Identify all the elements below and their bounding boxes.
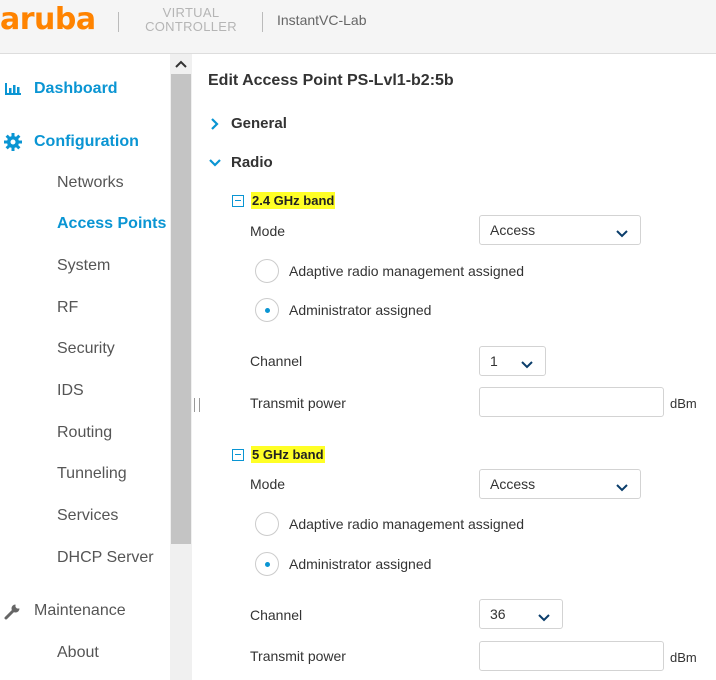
sidebar: Dashboard Configuration Networks Access … bbox=[0, 54, 170, 680]
section-label: Radio bbox=[231, 154, 273, 171]
sidebar-item-system[interactable]: System bbox=[57, 257, 110, 275]
sidebar-item-dhcp-server[interactable]: DHCP Server bbox=[57, 549, 154, 567]
radio-adaptive-24ghz[interactable]: Adaptive radio management assigned bbox=[255, 259, 524, 283]
product-name-line2: CONTROLLER bbox=[145, 19, 237, 34]
chevron-down-icon bbox=[208, 156, 222, 170]
channel-value: 36 bbox=[490, 606, 506, 622]
chevron-up-icon bbox=[175, 60, 187, 68]
radio-label: Adaptive radio management assigned bbox=[289, 516, 525, 532]
chevron-down-icon bbox=[616, 479, 628, 495]
band-24ghz-toggle[interactable]: 2.4 GHz band bbox=[232, 192, 336, 209]
transmit-power-label: Transmit power bbox=[250, 648, 346, 664]
channel-select-24ghz[interactable]: 1 bbox=[479, 346, 546, 376]
chevron-down-icon bbox=[521, 356, 533, 372]
header-divider bbox=[118, 12, 119, 32]
scroll-thumb[interactable] bbox=[171, 74, 191, 544]
sidebar-item-tunneling[interactable]: Tunneling bbox=[57, 465, 127, 483]
sidebar-item-networks[interactable]: Networks bbox=[57, 174, 124, 192]
mode-select-24ghz[interactable]: Access bbox=[479, 215, 641, 245]
collapse-icon bbox=[232, 448, 244, 461]
transmit-power-label: Transmit power bbox=[250, 395, 346, 411]
radio-adaptive-5ghz[interactable]: Adaptive radio management assigned bbox=[255, 512, 524, 536]
sidebar-item-services[interactable]: Services bbox=[57, 507, 118, 525]
sidebar-scrollbar[interactable] bbox=[170, 54, 192, 680]
section-radio[interactable]: Radio bbox=[208, 154, 273, 171]
section-label: General bbox=[231, 115, 287, 132]
bar-chart-icon bbox=[0, 79, 26, 99]
radio-admin-5ghz[interactable]: Administrator assigned bbox=[255, 552, 431, 576]
band-label: 2.4 GHz band bbox=[251, 192, 336, 209]
sidebar-item-dashboard[interactable]: Dashboard bbox=[0, 79, 118, 99]
chevron-down-icon bbox=[616, 225, 628, 241]
sidebar-item-ids[interactable]: IDS bbox=[57, 382, 84, 400]
collapse-icon bbox=[232, 194, 244, 207]
transmit-power-input-5ghz[interactable] bbox=[479, 641, 664, 671]
unit-label: dBm bbox=[670, 650, 697, 665]
main-content: Edit Access Point PS-Lvl1-b2:5b General … bbox=[192, 54, 716, 680]
sidebar-item-maintenance[interactable]: Maintenance bbox=[0, 601, 126, 621]
aruba-logo: aruba bbox=[0, 2, 96, 37]
radio-button[interactable] bbox=[255, 512, 279, 536]
radio-button[interactable] bbox=[255, 259, 279, 283]
sidebar-item-routing[interactable]: Routing bbox=[57, 424, 112, 442]
sidebar-item-label: Dashboard bbox=[34, 80, 118, 97]
top-header: aruba VIRTUAL CONTROLLER InstantVC-Lab bbox=[0, 0, 716, 54]
sidebar-item-label: Configuration bbox=[34, 133, 139, 150]
sidebar-item-configuration[interactable]: Configuration bbox=[0, 132, 139, 152]
header-divider bbox=[262, 12, 263, 32]
transmit-power-input-24ghz[interactable] bbox=[479, 387, 664, 417]
product-name-line1: VIRTUAL bbox=[162, 5, 220, 20]
section-general[interactable]: General bbox=[208, 115, 287, 132]
chevron-right-icon bbox=[208, 117, 222, 131]
radio-label: Administrator assigned bbox=[289, 556, 432, 572]
scroll-up-button[interactable] bbox=[170, 54, 192, 74]
mode-select-5ghz[interactable]: Access bbox=[479, 469, 641, 499]
mode-label: Mode bbox=[250, 223, 286, 239]
sidebar-item-security[interactable]: Security bbox=[57, 340, 115, 358]
band-label: 5 GHz band bbox=[251, 446, 325, 463]
mode-value: Access bbox=[490, 222, 536, 238]
site-name: InstantVC-Lab bbox=[277, 12, 367, 28]
radio-label: Adaptive radio management assigned bbox=[289, 263, 525, 279]
chevron-down-icon bbox=[538, 609, 550, 625]
channel-value: 1 bbox=[490, 353, 498, 369]
channel-label: Channel bbox=[250, 607, 303, 623]
sidebar-item-rf[interactable]: RF bbox=[57, 299, 78, 317]
gear-icon bbox=[0, 132, 26, 152]
channel-label: Channel bbox=[250, 353, 303, 369]
band-5ghz-toggle[interactable]: 5 GHz band bbox=[232, 446, 325, 463]
page-title: Edit Access Point PS-Lvl1-b2:5b bbox=[208, 72, 454, 89]
channel-select-5ghz[interactable]: 36 bbox=[479, 599, 563, 629]
wrench-icon bbox=[0, 601, 26, 621]
radio-admin-24ghz[interactable]: Administrator assigned bbox=[255, 298, 431, 322]
sidebar-item-label: Maintenance bbox=[34, 602, 126, 619]
sidebar-item-about[interactable]: About bbox=[57, 644, 99, 662]
unit-label: dBm bbox=[670, 396, 697, 411]
radio-label: Administrator assigned bbox=[289, 302, 432, 318]
radio-button[interactable] bbox=[255, 298, 279, 322]
product-name: VIRTUAL CONTROLLER bbox=[142, 6, 240, 34]
radio-button[interactable] bbox=[255, 552, 279, 576]
sidebar-item-access-points[interactable]: Access Points bbox=[57, 215, 166, 233]
mode-label: Mode bbox=[250, 476, 286, 492]
mode-value: Access bbox=[490, 476, 536, 492]
